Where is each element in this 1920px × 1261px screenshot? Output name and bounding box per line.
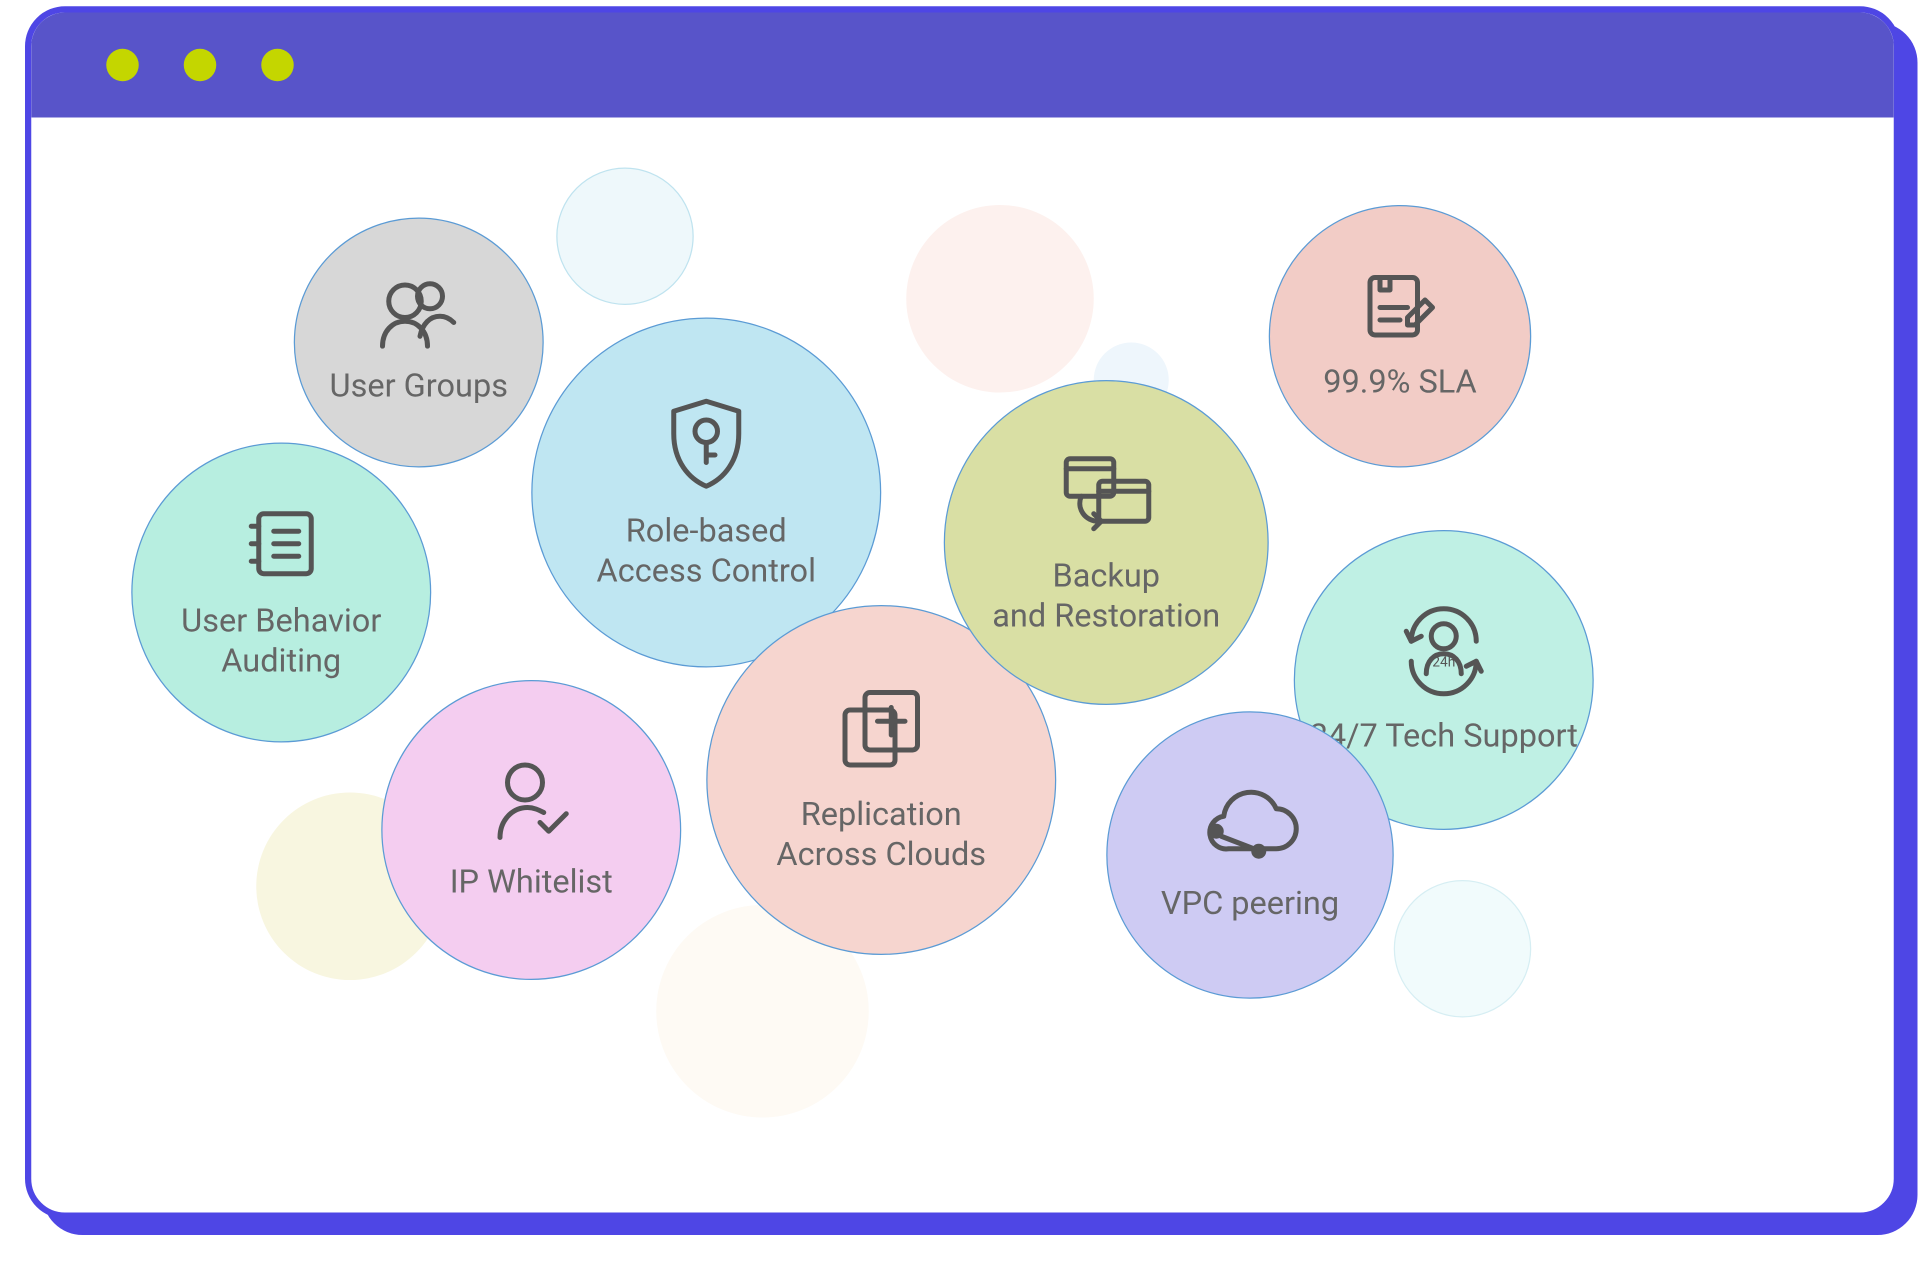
cloud-network-icon — [1196, 786, 1304, 866]
diagram-canvas: User Groups User Behavior Auditing Role-… — [31, 118, 1894, 1213]
bubble-label: VPC peering — [1161, 883, 1339, 924]
audit-log-icon — [241, 503, 321, 583]
duplicate-plus-icon — [835, 684, 928, 777]
decorative-bubble — [556, 168, 694, 306]
bubble-backup-restoration: Backup and Restoration — [944, 380, 1269, 705]
bubble-label: User Behavior Auditing — [181, 601, 381, 682]
bubble-user-groups: User Groups — [294, 218, 544, 468]
user-check-icon — [490, 757, 573, 845]
bubble-label: 24/7 Tech Support — [1310, 716, 1578, 757]
bubble-user-behavior-auditing: User Behavior Auditing — [131, 443, 431, 743]
decorative-bubble — [1394, 880, 1532, 1018]
document-edit-icon — [1360, 270, 1440, 345]
bubble-vpc-peering: VPC peering — [1106, 711, 1394, 999]
bubble-label: IP Whitelist — [450, 862, 613, 903]
bubble-label: 99.9% SLA — [1323, 362, 1477, 403]
bubble-ip-whitelist: IP Whitelist — [381, 680, 681, 980]
users-icon — [375, 278, 463, 348]
browser-window: User Groups User Behavior Auditing Role-… — [25, 6, 1900, 1219]
bubble-label: Role-based Access Control — [597, 511, 816, 592]
decorative-bubble — [906, 205, 1094, 393]
bubble-label: User Groups — [330, 366, 508, 407]
bubble-sla: 99.9% SLA — [1269, 205, 1532, 468]
window-dot — [184, 49, 217, 82]
window-titlebar — [31, 13, 1894, 118]
bubble-label: Backup and Restoration — [992, 556, 1220, 637]
window-dot — [106, 49, 139, 82]
bubble-label: Replication Across Clouds — [776, 794, 986, 875]
window-dot — [261, 49, 294, 82]
svg-text:24h: 24h — [1432, 654, 1455, 670]
backup-icon — [1056, 448, 1156, 538]
support-24h-icon: 24h — [1394, 603, 1494, 698]
shield-key-icon — [663, 393, 751, 493]
